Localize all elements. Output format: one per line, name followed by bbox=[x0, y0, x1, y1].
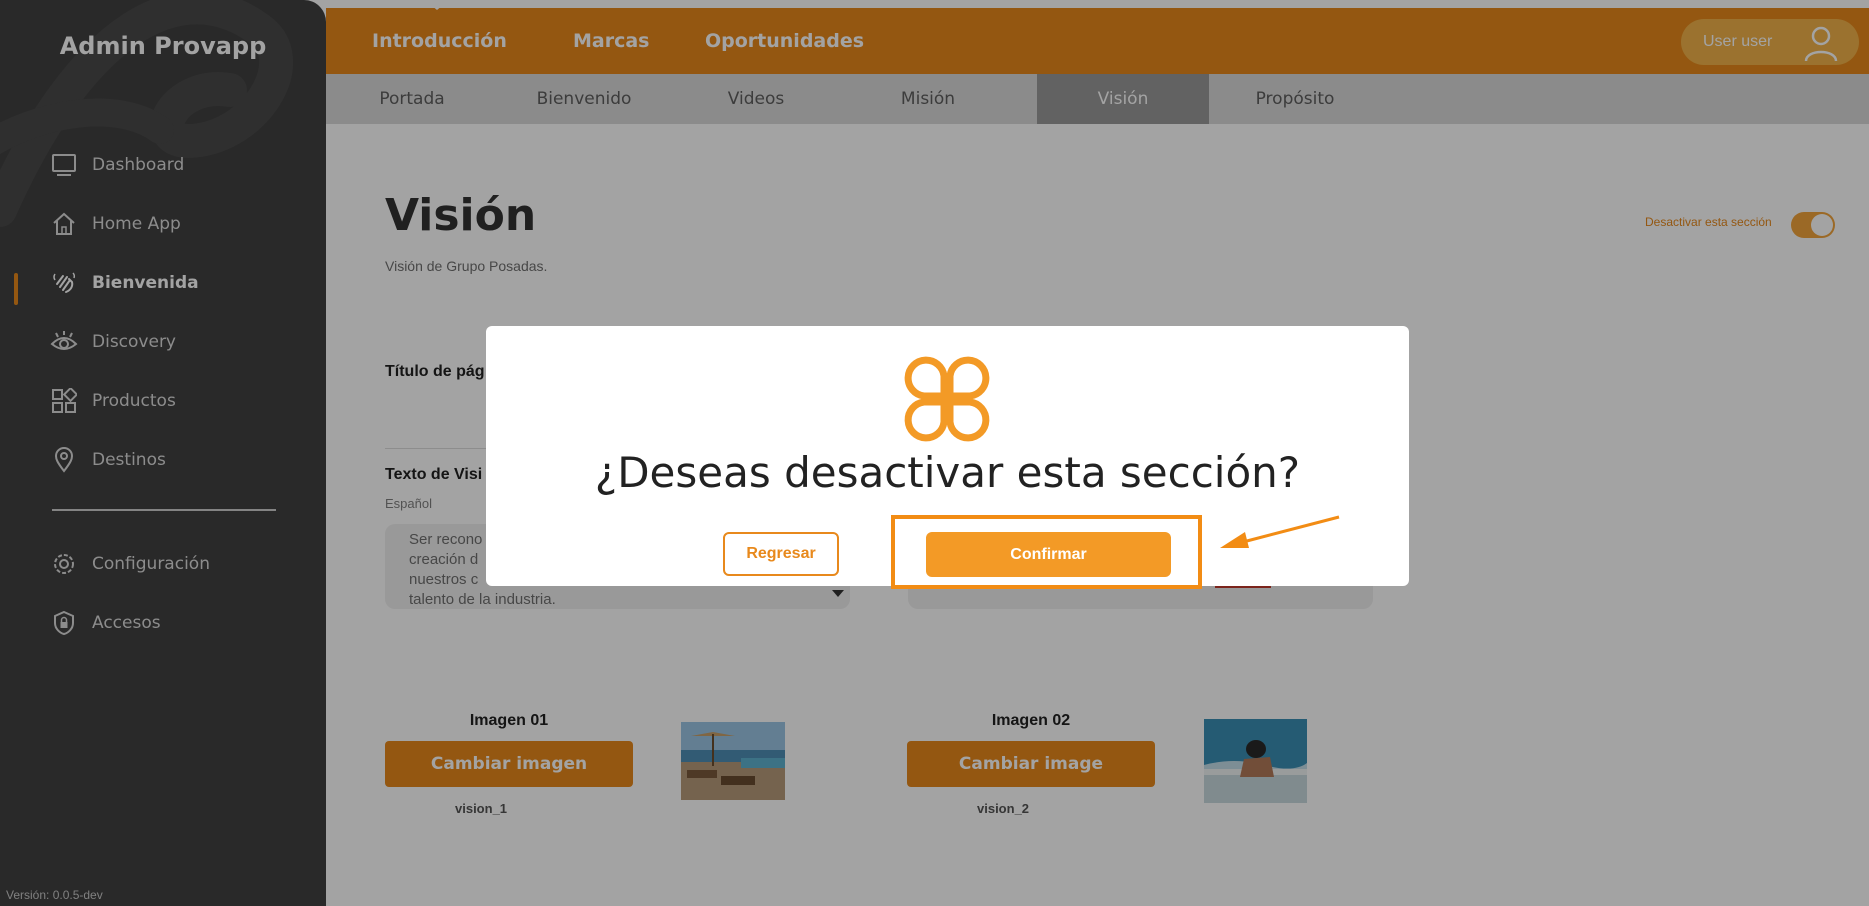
back-button[interactable]: Regresar bbox=[723, 532, 839, 576]
dialog-question: ¿Deseas desactivar esta sección? bbox=[594, 448, 1301, 497]
highlight-box bbox=[891, 515, 1202, 589]
arrow-annotation-icon bbox=[1220, 515, 1340, 548]
clover-logo-icon bbox=[902, 354, 992, 449]
